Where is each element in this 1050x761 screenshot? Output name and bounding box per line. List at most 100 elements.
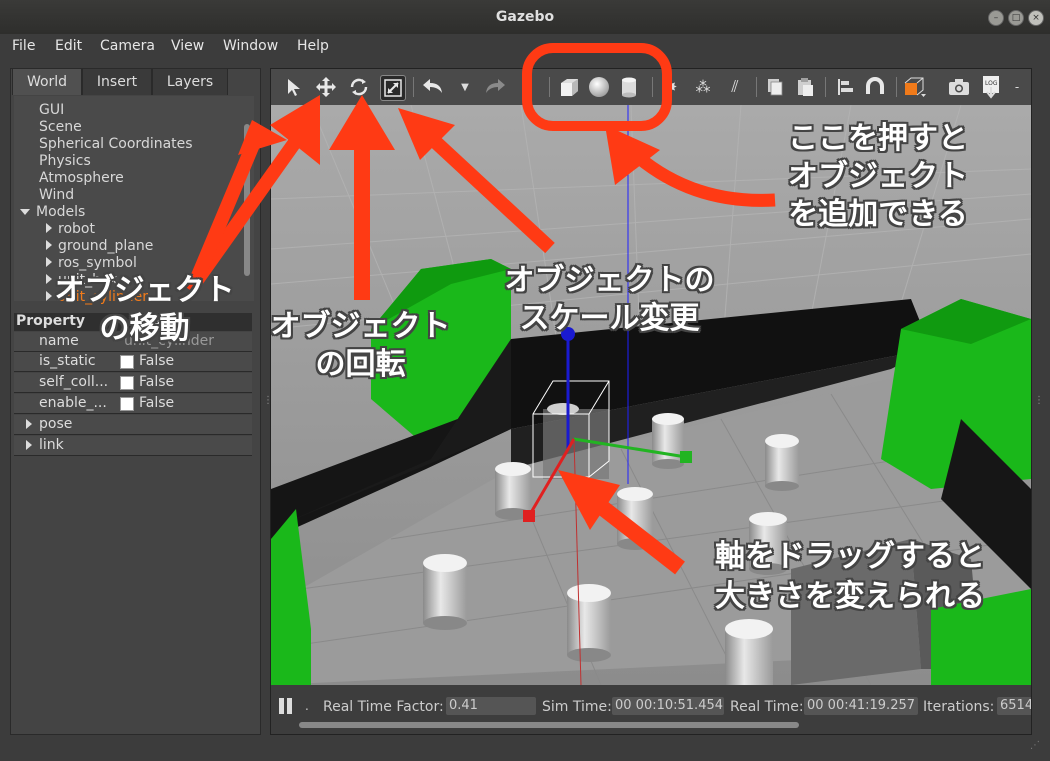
toolbar-separator: [825, 77, 826, 97]
annotation-text: オブジェクト の回転: [270, 309, 451, 382]
expand-right-icon[interactable]: [46, 257, 52, 267]
splitter-handle[interactable]: ⋮: [1034, 395, 1044, 406]
snap-icon[interactable]: [863, 75, 887, 99]
close-icon[interactable]: ×: [1028, 10, 1044, 26]
cylinder: [652, 413, 684, 469]
resize-grip-icon[interactable]: ⋰: [1030, 740, 1040, 751]
expand-right-icon[interactable]: [46, 223, 52, 233]
log-icon[interactable]: LOG: [979, 75, 1003, 99]
enable-wind-checkbox[interactable]: [120, 397, 134, 411]
expand-down-icon[interactable]: [20, 209, 30, 215]
tree-model-label: robot: [58, 221, 95, 237]
tree-item-gui[interactable]: GUI: [39, 102, 64, 118]
toolbar-separator: [413, 77, 414, 97]
iterations-value: 6514: [997, 697, 1031, 715]
annotation-text: オブジェクト の移動: [54, 273, 235, 346]
is-static-checkbox[interactable]: [120, 355, 134, 369]
tree-item-ros-symbol[interactable]: ros_symbol: [46, 255, 137, 271]
maximize-icon[interactable]: □: [1008, 10, 1024, 26]
tab-world[interactable]: World: [12, 68, 82, 95]
cylinder: [725, 619, 773, 685]
cylinder-icon[interactable]: [617, 75, 641, 99]
window-title: Gazebo: [495, 9, 555, 25]
select-arrow-icon[interactable]: [283, 75, 307, 99]
property-row-is-static: is_static False: [14, 352, 252, 372]
property-key: enable_...: [39, 395, 107, 411]
menu-camera[interactable]: Camera: [100, 38, 155, 54]
step-button[interactable]: .: [305, 699, 309, 713]
undo-icon[interactable]: [421, 75, 445, 99]
tab-insert[interactable]: Insert: [82, 68, 152, 95]
tree-item-robot[interactable]: robot: [46, 221, 95, 237]
self-collide-checkbox[interactable]: [120, 376, 134, 390]
directional-light-icon[interactable]: ⫽: [723, 75, 747, 99]
tree-item-physics[interactable]: Physics: [39, 153, 91, 169]
sphere-icon[interactable]: [587, 75, 611, 99]
expand-right-icon[interactable]: [46, 240, 52, 250]
property-key: is_static: [39, 353, 96, 369]
iterations-label: Iterations:: [923, 699, 995, 715]
status-scrollbar[interactable]: [299, 722, 799, 728]
minimize-icon[interactable]: –: [988, 10, 1004, 26]
scale-handle-y[interactable]: [680, 451, 692, 463]
menu-file[interactable]: File: [12, 38, 35, 54]
annotation-move: オブジェクト の移動: [42, 272, 247, 348]
tree-item-models[interactable]: Models: [20, 204, 85, 220]
tree-models-label: Models: [36, 204, 86, 220]
spot-light-icon[interactable]: ⁂: [691, 75, 715, 99]
rotate-icon[interactable]: [347, 75, 371, 99]
box-icon[interactable]: [557, 75, 581, 99]
annotation-rotate: オブジェクト の回転: [258, 308, 463, 384]
annotation-axis-line1: 軸をドラッグすると: [695, 538, 1005, 576]
pause-icon[interactable]: [287, 698, 292, 714]
scale-handle-x[interactable]: [523, 510, 535, 522]
splitter-handle[interactable]: ⋮: [263, 395, 273, 406]
property-value: False: [139, 395, 175, 411]
menu-edit[interactable]: Edit: [55, 38, 82, 54]
copy-icon[interactable]: [763, 75, 787, 99]
world-tree: GUI Scene Spherical Coordinates Physics …: [14, 96, 254, 305]
sim-time-value: 00 00:10:51.454: [612, 697, 724, 715]
translate-icon[interactable]: [314, 75, 338, 99]
menu-view[interactable]: View: [171, 38, 204, 54]
menu-help[interactable]: Help: [297, 38, 329, 54]
property-row-enable-wind: enable_... False: [14, 394, 252, 414]
toolbar: ▼ ✸ ⁂ ⫽ LOG -: [271, 69, 1031, 105]
tree-model-label: ground_plane: [58, 238, 154, 254]
cylinder: [567, 584, 611, 662]
tree-item-ground-plane[interactable]: ground_plane: [46, 238, 153, 254]
expand-right-icon[interactable]: [26, 419, 32, 429]
paste-icon[interactable]: [793, 75, 817, 99]
redo-icon[interactable]: [483, 75, 507, 99]
property-group-link[interactable]: link: [14, 436, 252, 456]
sim-time-label: Sim Time:: [542, 699, 612, 715]
annotation-scale: オブジェクトの スケール変更: [492, 262, 727, 338]
property-value: False: [139, 374, 175, 390]
undo-menu-icon[interactable]: ▼: [453, 75, 477, 99]
rtf-label: Real Time Factor:: [323, 699, 444, 715]
point-light-icon[interactable]: ✸: [659, 75, 683, 99]
menu-window[interactable]: Window: [223, 38, 278, 54]
toolbar-separator: [549, 77, 550, 97]
tree-scrollbar[interactable]: [244, 124, 250, 276]
cylinder: [423, 554, 467, 630]
screenshot-icon[interactable]: [947, 75, 971, 99]
tree-item-atmosphere[interactable]: Atmosphere: [39, 170, 124, 186]
toolbar-overflow-icon[interactable]: -: [1005, 75, 1029, 99]
title-bar: Gazebo – □ ×: [0, 0, 1050, 35]
tree-item-spherical-coordinates[interactable]: Spherical Coordinates: [39, 136, 193, 152]
property-group-pose[interactable]: pose: [14, 415, 252, 435]
tree-item-wind[interactable]: Wind: [39, 187, 74, 203]
scale-icon[interactable]: [380, 75, 406, 101]
pause-icon[interactable]: [279, 698, 284, 714]
tab-layers[interactable]: Layers: [152, 68, 228, 95]
tree-item-scene[interactable]: Scene: [39, 119, 82, 135]
property-group-label: pose: [39, 416, 73, 432]
view-angle-icon[interactable]: [903, 75, 927, 99]
property-key: self_coll...: [39, 374, 109, 390]
annotation-text: 軸をドラッグすると: [715, 539, 985, 574]
svg-text:LOG: LOG: [985, 80, 998, 87]
toolbar-separator: [756, 77, 757, 97]
align-icon[interactable]: [833, 75, 857, 99]
expand-right-icon[interactable]: [26, 440, 32, 450]
